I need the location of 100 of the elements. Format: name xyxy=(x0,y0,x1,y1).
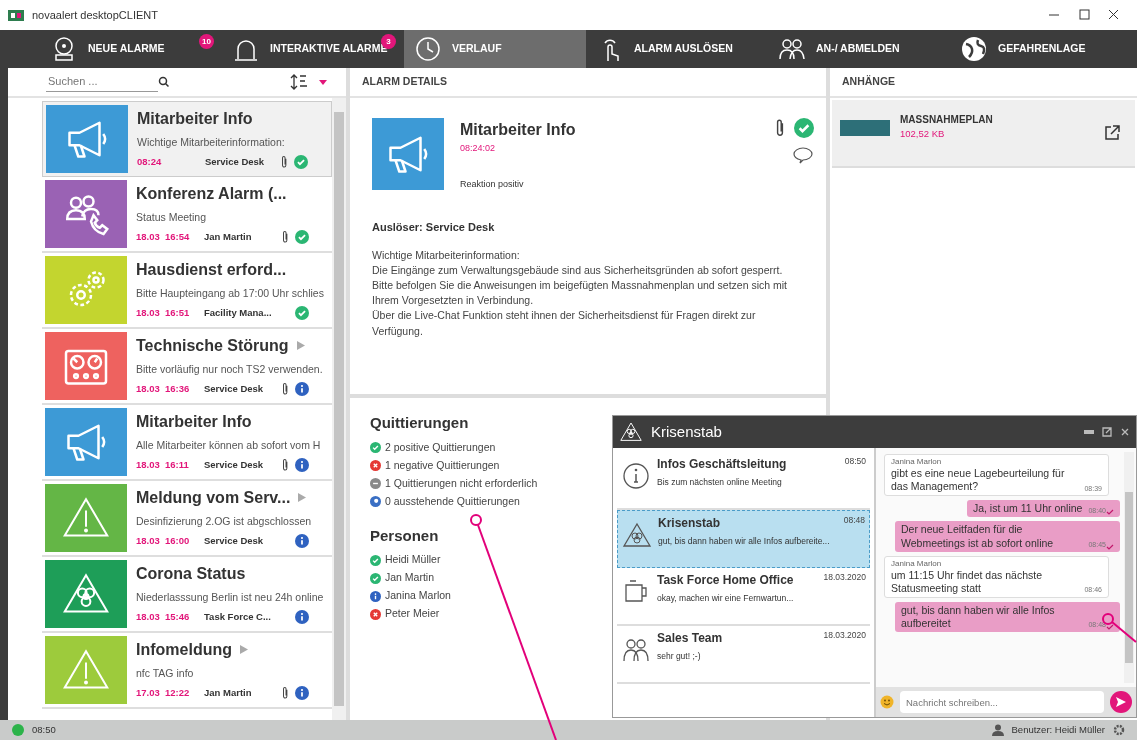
sender-name: Janina Marlon xyxy=(891,558,943,569)
alarm-list-item[interactable]: Konferenz Alarm (... Status Meeting 18.03 16:54 Jan Martin xyxy=(42,177,333,253)
chat-title: Krisenstab xyxy=(651,421,722,442)
alarm-date: 18.03 16:36 xyxy=(136,381,191,396)
user-label: Benutzer: Heidi Müller xyxy=(1011,722,1105,737)
check-icon xyxy=(370,442,381,453)
person-name: Heidi Müller xyxy=(385,552,441,568)
nav-tab[interactable]: VERLAUF xyxy=(404,30,586,68)
conversation-name: Sales Team xyxy=(657,630,723,647)
count-badge: 10 xyxy=(199,34,214,49)
scrollbar[interactable] xyxy=(1124,452,1134,683)
body-text: Verfügung. xyxy=(372,323,423,339)
acknowledgement-text: 2 positive Quittierungen xyxy=(385,439,496,455)
thumbnail-placeholder xyxy=(840,120,890,136)
sender-name: Janina Marlon xyxy=(891,457,943,467)
alarm-text: Wichtige Mitarbeiterinformation: xyxy=(137,135,286,150)
body-text: Über die Live-Chat Funktion steht ihnen der Sicherheitsdienst für Fragen direkt zur xyxy=(372,308,756,324)
alarm-title: Mitarbeiter Info xyxy=(136,412,252,432)
person-name: Jan Martin xyxy=(385,570,435,586)
conversation-item[interactable]: Sales Team sehr gut! ;-) 18.03.2020 xyxy=(617,626,870,684)
alarm-author: Service Desk xyxy=(204,381,264,396)
nav-tab[interactable]: ALARM AUSLÖSEN xyxy=(586,30,768,68)
message-text: um 11:15 Uhr findet das nächste Statusmeeting statt xyxy=(891,568,1043,595)
app-logo-icon xyxy=(8,9,24,21)
alarm-text: Bitte Haupteingang ab 17:00 Uhr schlies xyxy=(136,286,325,301)
alarm-list-item[interactable]: Hausdienst erford... Bitte Haupteingang ab 17:00 Uhr schlies 18.03 16:51 Facility Mana... xyxy=(42,253,333,329)
message-input[interactable]: Nachricht schreiben... xyxy=(900,691,1104,713)
conversation-time: 08:50 xyxy=(844,455,866,468)
window-title: novaalert desktopCLIENT xyxy=(32,7,158,23)
message-preview: gut, bis dann haben wir alle Infos aufbereite... xyxy=(658,535,830,548)
nav-tab[interactable]: NEUE ALARME 10 xyxy=(40,30,222,68)
alarm-title: Hausdienst erford... xyxy=(136,260,287,280)
nav-tab[interactable]: AN-/ ABMELDEN xyxy=(768,30,950,68)
conversation-item[interactable]: Task Force Home Office okay, machen wir eine Fernwartun... 18.03.2020 xyxy=(617,568,870,626)
alarm-list-item[interactable]: Corona Status Niederlasssung Berlin ist neu 24h online 18.03 15:46 Task Force C... xyxy=(42,557,333,633)
conversation-name: Krisenstab xyxy=(658,515,722,532)
settings-icon[interactable] xyxy=(1113,724,1125,736)
alarm-list-item[interactable]: Infomeldung nfc TAG info 17.03 12:22 Jan Martin xyxy=(42,633,333,709)
body-text: Die Eingänge zum Verwaltungsgebäude sind aus Sicherheitsgründen ab sofort gesperrt. xyxy=(372,262,783,278)
clock-icon xyxy=(414,35,442,63)
message-preview: okay, machen wir eine Fernwartun... xyxy=(657,592,794,605)
check-icon xyxy=(370,554,381,566)
status-time: 08:50 xyxy=(32,722,56,737)
alarm-date: 18.03 16:51 xyxy=(136,305,191,320)
conversation-time: 18.03.2020 xyxy=(823,629,866,642)
alarm-text: Desinfizierung 2.OG ist abgschlossen xyxy=(136,514,313,529)
minus-icon xyxy=(370,478,381,489)
emoji-icon[interactable] xyxy=(880,695,894,709)
conversation-name: Infos Geschäftsleitung xyxy=(657,456,787,473)
alarm-list-item[interactable]: Technische Störung Bitte vorläufig nur noch TS2 verwenden. 18.03 16:36 Service Desk xyxy=(42,329,333,405)
alarm-text: Alle Mitarbeiter können ab sofort vom H xyxy=(136,438,322,453)
popout-icon[interactable] xyxy=(1102,427,1112,437)
attachment-card[interactable]: MASSNAHMEPLAN 102,52 KB xyxy=(832,100,1135,168)
minimize-icon[interactable] xyxy=(1084,427,1094,437)
alarm-author: Service Desk xyxy=(204,533,264,548)
scrollbar[interactable] xyxy=(332,98,346,720)
alarm-time: 08:24:02 xyxy=(460,142,497,155)
alarm-date: 18.03 16:11 xyxy=(136,457,190,472)
alarm-title: Mitarbeiter Info xyxy=(137,109,253,129)
caret-icon[interactable] xyxy=(318,78,328,86)
alarm-title: Konferenz Alarm (... xyxy=(136,184,287,204)
speech-bubble-icon[interactable] xyxy=(792,146,814,164)
alarm-title: Technische Störung xyxy=(136,336,289,356)
sort-icon[interactable] xyxy=(290,73,310,91)
error-icon xyxy=(370,460,381,471)
alarm-title: Infomeldung xyxy=(136,640,232,660)
alarm-list-item[interactable]: Mitarbeiter Info Alle Mitarbeiter können ab sofort vom H 18.03 16:11 Service Desk xyxy=(42,405,333,481)
alarm-date: 18.03 16:00 xyxy=(136,533,191,548)
alarm-author: Task Force C... xyxy=(204,609,271,624)
alarm-author: Jan Martin xyxy=(204,685,252,700)
check-icon xyxy=(370,572,381,584)
alarm-list-item[interactable]: Mitarbeiter Info Wichtige Mitarbeiterinformation: 08:24 Service Desk xyxy=(42,101,333,177)
message-text: gut, bis dann haben wir alle Infos aufbereitet xyxy=(901,603,1056,631)
message-text: Der neue Leitfaden für die Webmeetings ist ab sofort online xyxy=(901,523,1055,550)
alarm-text: nfc TAG info xyxy=(136,666,195,681)
alarm-author: Jan Martin xyxy=(204,229,252,244)
conversation-item[interactable]: Krisenstab gut, bis dann haben wir alle Infos aufbereite... 08:48 xyxy=(617,510,870,568)
alarm-date: 18.03 15:46 xyxy=(136,609,191,624)
person-name: Janina Marlon xyxy=(385,588,451,604)
reaction-text: Reaktion positiv xyxy=(460,177,525,191)
pending-icon xyxy=(370,496,381,507)
panel-header: ALARM DETAILS xyxy=(362,74,447,90)
user-icon xyxy=(991,724,1004,736)
search-icon[interactable] xyxy=(158,76,170,88)
alarm-author: Facility Mana... xyxy=(204,305,272,320)
close-icon[interactable] xyxy=(1120,427,1130,437)
conversation-time: 18.03.2020 xyxy=(823,571,866,584)
biohazard-icon xyxy=(619,420,643,444)
alarm-text: Bitte vorläufig nur noch TS2 verwenden. xyxy=(136,362,324,377)
alarm-list-item[interactable]: Meldung vom Serv... Desinfizierung 2.OG ist abgschlossen 18.03 16:00 Service Desk xyxy=(42,481,333,557)
message-preview: sehr gut! ;-) xyxy=(657,650,702,663)
external-link-icon[interactable] xyxy=(1103,124,1121,142)
alarm-text: Status Meeting xyxy=(136,210,208,225)
file-size: 102,52 KB xyxy=(900,127,946,141)
alarm-title: Meldung vom Serv... xyxy=(136,488,291,508)
send-button[interactable] xyxy=(1110,691,1132,713)
nav-tab[interactable]: GEFAHRENLAGE xyxy=(950,30,1132,68)
panel-header: ANHÄNGE xyxy=(842,74,896,90)
alarm-title: Corona Status xyxy=(136,564,246,584)
section-title: Personen xyxy=(370,525,439,546)
